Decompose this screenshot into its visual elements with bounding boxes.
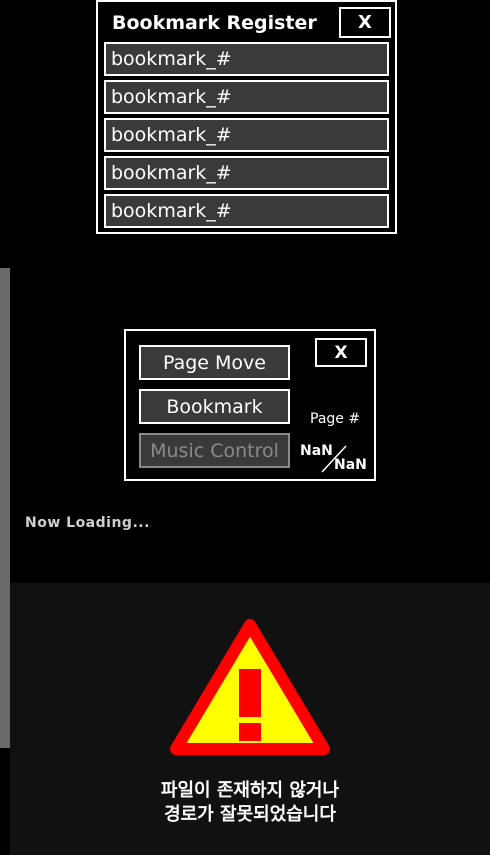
- page-move-button[interactable]: Page Move: [139, 345, 290, 380]
- loading-text: Now Loading...: [25, 515, 150, 531]
- error-message-line-2: 경로가 잘못되었습니다: [164, 804, 336, 825]
- bookmark-register-close-button[interactable]: X: [339, 7, 391, 38]
- bookmark-slot-3[interactable]: bookmark_#: [104, 118, 389, 152]
- bookmark-slot-1[interactable]: bookmark_#: [104, 42, 389, 76]
- page-number-label: Page #: [310, 411, 361, 427]
- error-message-line-1: 파일이 존재하지 않거나: [160, 780, 340, 801]
- bookmark-slot-4[interactable]: bookmark_#: [104, 156, 389, 190]
- bookmark-register-title: Bookmark Register: [112, 12, 317, 34]
- music-control-button[interactable]: Music Control: [139, 433, 290, 468]
- bookmark-button[interactable]: Bookmark: [139, 389, 290, 424]
- bookmark-slot-5[interactable]: bookmark_#: [104, 194, 389, 228]
- menu-panel: Page Move Bookmark Music Control X Page …: [124, 329, 376, 481]
- error-message-area: 파일이 존재하지 않거나 경로가 잘못되었습니다: [10, 583, 490, 855]
- bookmark-slot-2[interactable]: bookmark_#: [104, 80, 389, 114]
- menu-close-button[interactable]: X: [315, 338, 367, 367]
- vertical-scrollbar[interactable]: [0, 268, 10, 748]
- bookmark-register-panel: Bookmark Register X bookmark_# bookmark_…: [96, 0, 397, 234]
- total-page-number: NaN: [334, 457, 367, 473]
- warning-icon: [170, 619, 330, 755]
